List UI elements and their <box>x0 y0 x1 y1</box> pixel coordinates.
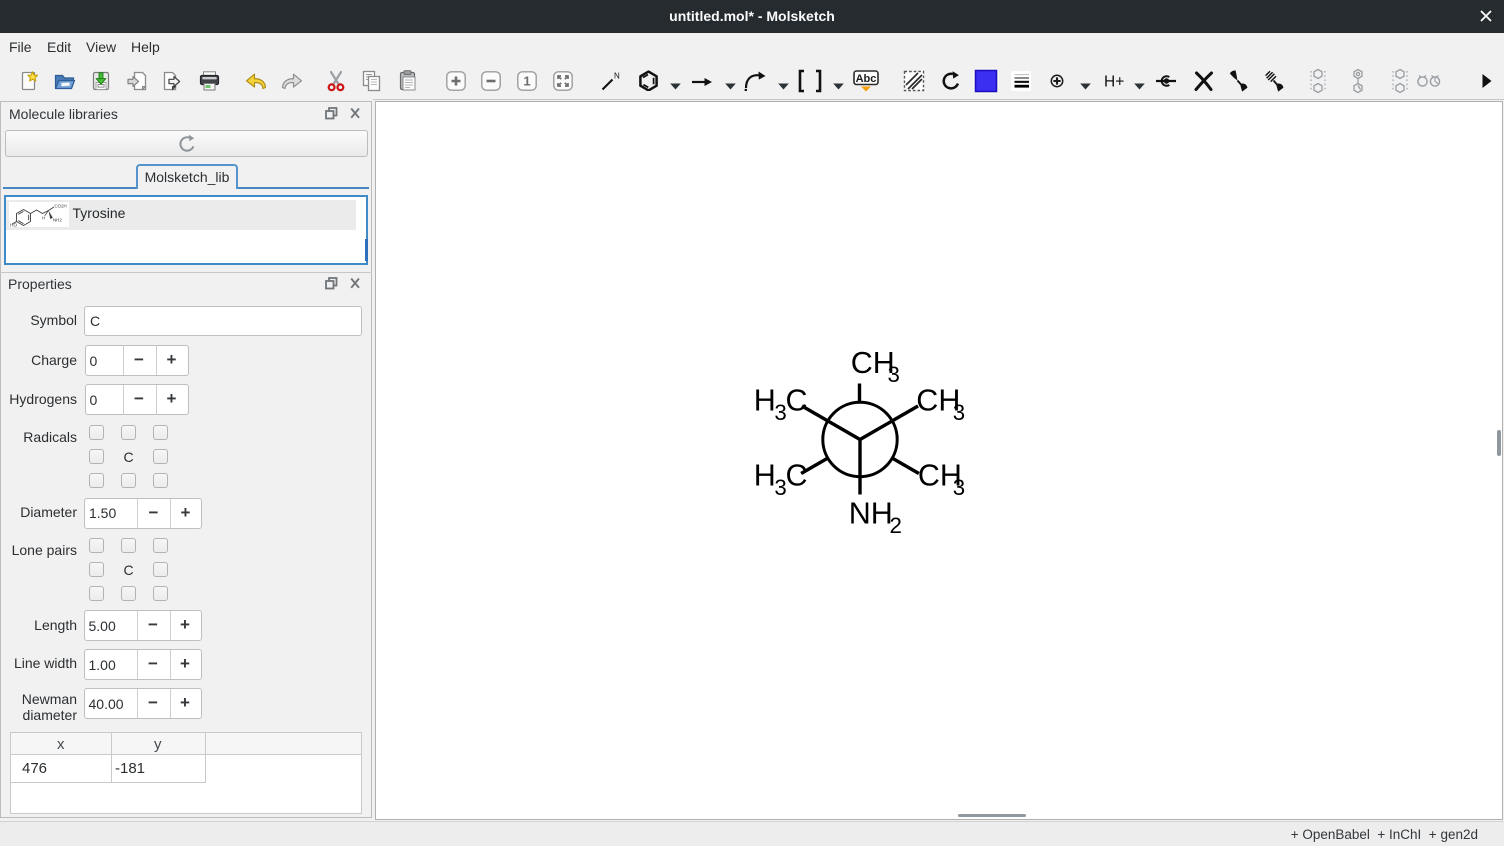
svg-text:C: C <box>786 459 808 493</box>
svg-text:H: H <box>754 459 776 493</box>
svg-text:CO2H: CO2H <box>54 203 66 208</box>
svg-text:3: 3 <box>953 475 965 500</box>
svg-text:H: H <box>42 215 45 220</box>
svg-text:1: 1 <box>523 73 530 88</box>
svg-text:3: 3 <box>953 400 965 425</box>
svg-text:H: H <box>754 384 776 418</box>
svg-text:HO: HO <box>10 222 17 228</box>
svg-text:2: 2 <box>890 513 902 538</box>
svg-text:NH: NH <box>849 497 893 531</box>
svg-text:3: 3 <box>888 362 900 387</box>
svg-text:C: C <box>786 384 808 418</box>
svg-text:Abc: Abc <box>856 72 877 84</box>
svg-text:NH2: NH2 <box>53 217 62 222</box>
svg-text:H+: H+ <box>1104 73 1124 90</box>
svg-text:N: N <box>614 71 620 80</box>
